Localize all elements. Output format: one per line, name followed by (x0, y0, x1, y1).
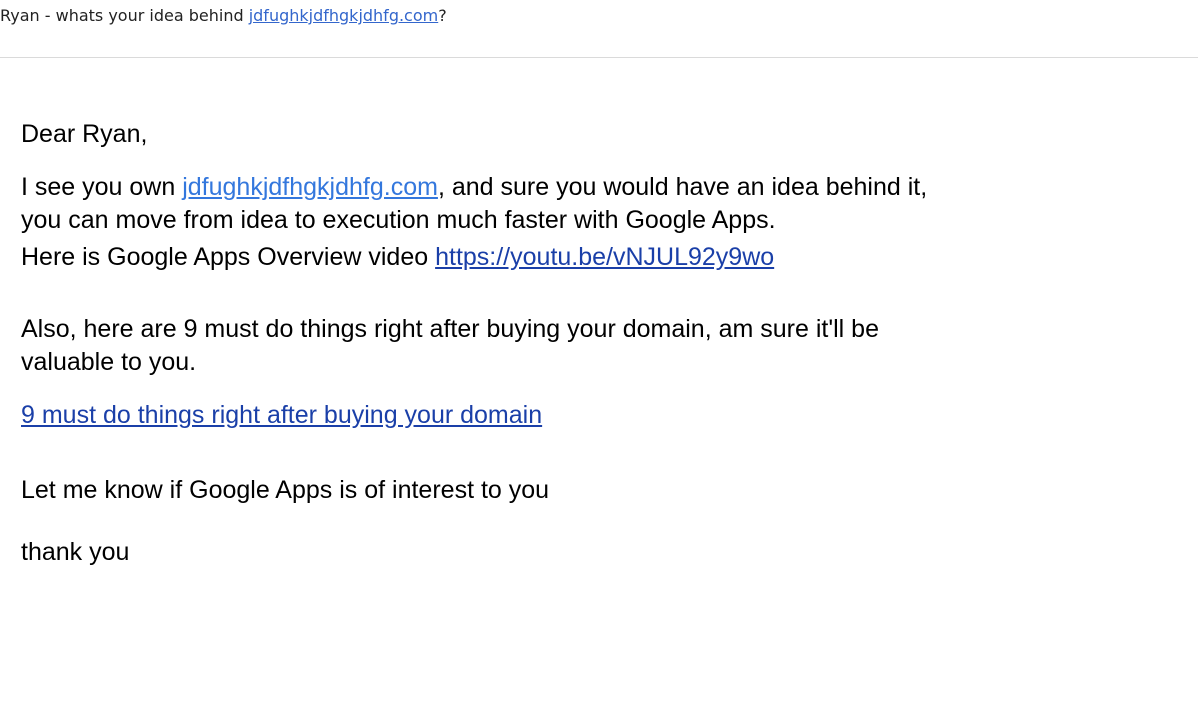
signoff: thank you (21, 538, 130, 566)
email-subject: Ryan - whats your idea behind jdfughkjdf… (0, 6, 447, 25)
interest-line: Let me know if Google Apps is of interes… (21, 476, 550, 504)
video-paragraph: Here is Google Apps Overview video https… (21, 241, 1121, 274)
subject-domain-link[interactable]: jdfughkjdfhgkjdhfg.com (249, 6, 439, 25)
intro-domain-link[interactable]: jdfughkjdfhgkjdhfg.com (182, 173, 438, 201)
video-link[interactable]: https://youtu.be/vNJUL92y9wo (435, 243, 774, 271)
also-paragraph: Also, here are 9 must do things right af… (21, 313, 1121, 379)
also-line-1: Also, here are 9 must do things right af… (21, 315, 879, 343)
email-body: Dear Ryan, I see you own jdfughkjdfhgkjd… (21, 118, 1121, 569)
intro-prefix: I see you own (21, 173, 183, 201)
subject-prefix: Ryan - whats your idea behind (0, 6, 249, 25)
intro-suffix: , and sure you would have an idea behind… (437, 173, 928, 201)
video-text: Here is Google Apps Overview video (21, 243, 436, 271)
header-divider (0, 57, 1198, 58)
subject-suffix: ? (438, 6, 447, 25)
intro-line-2: you can move from idea to execution much… (21, 206, 776, 234)
things-paragraph: 9 must do things right after buying your… (21, 399, 1121, 432)
greeting: Dear Ryan, (21, 120, 148, 148)
must-do-things-link[interactable]: 9 must do things right after buying your… (21, 401, 542, 429)
intro-paragraph: I see you own jdfughkjdfhgkjdhfg.com, an… (21, 171, 1121, 237)
also-line-2: valuable to you. (21, 348, 197, 376)
